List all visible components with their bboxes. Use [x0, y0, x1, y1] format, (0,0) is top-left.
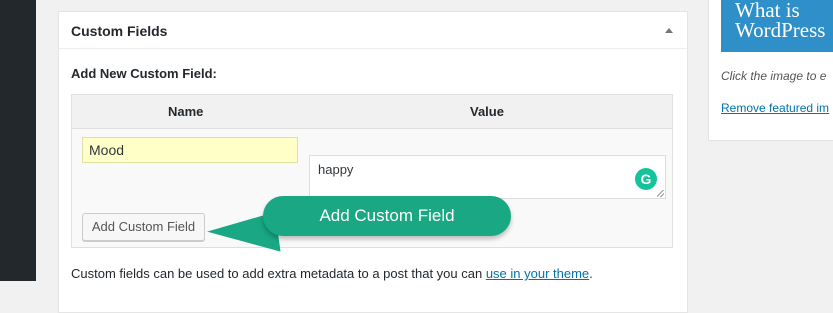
- use-in-theme-link[interactable]: use in your theme: [486, 266, 589, 281]
- grammarly-icon[interactable]: G: [635, 168, 657, 190]
- featured-image-thumbnail[interactable]: What is WordPress: [721, 0, 833, 52]
- help-text-end: .: [589, 266, 593, 281]
- featured-image-metabox: What is WordPress Click the image to e R…: [708, 0, 833, 141]
- add-custom-field-callout: Add Custom Field: [263, 196, 511, 236]
- metabox-title: Custom Fields: [71, 23, 168, 39]
- meta-table-header: Name Value: [72, 95, 672, 129]
- remove-featured-image-link[interactable]: Remove featured im: [721, 101, 829, 115]
- admin-sidebar: [0, 0, 36, 281]
- metabox-header[interactable]: Custom Fields: [59, 12, 687, 49]
- featured-image-caption: Click the image to e: [721, 69, 827, 83]
- meta-value-text: happy: [318, 162, 354, 177]
- arrow-up-icon[interactable]: [665, 28, 673, 33]
- column-header-value: Value: [470, 104, 504, 119]
- add-custom-field-button[interactable]: Add Custom Field: [82, 213, 205, 241]
- resize-handle-icon[interactable]: [657, 190, 664, 197]
- add-new-custom-field-label: Add New Custom Field:: [71, 66, 217, 81]
- custom-fields-help-text: Custom fields can be used to add extra m…: [71, 266, 593, 281]
- custom-fields-metabox: Custom Fields Add New Custom Field: Name…: [58, 11, 688, 313]
- column-header-name: Name: [168, 104, 204, 119]
- meta-key-input[interactable]: Mood: [82, 137, 298, 163]
- help-text-body: Custom fields can be used to add extra m…: [71, 266, 486, 281]
- meta-value-textarea[interactable]: happy G: [309, 155, 666, 199]
